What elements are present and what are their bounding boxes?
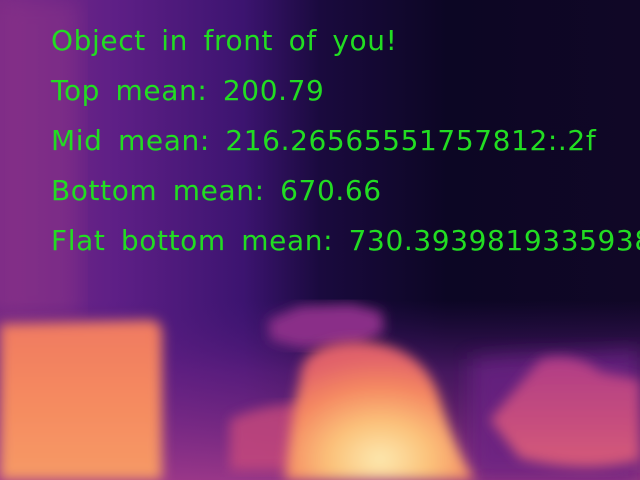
overlay-line-flat-bottom-mean: Flat bottom mean: 730.3939819335938 xyxy=(51,224,640,257)
depth-camera-view: Object in front of you! Top mean: 200.79… xyxy=(0,0,640,480)
overlay-line-warning: Object in front of you! xyxy=(51,24,398,57)
overlay-line-top-mean: Top mean: 200.79 xyxy=(51,74,325,107)
overlay-line-mid-mean: Mid mean: 216.26565551757812:.2f xyxy=(51,124,597,157)
overlay-line-bottom-mean: Bottom mean: 670.66 xyxy=(51,174,382,207)
